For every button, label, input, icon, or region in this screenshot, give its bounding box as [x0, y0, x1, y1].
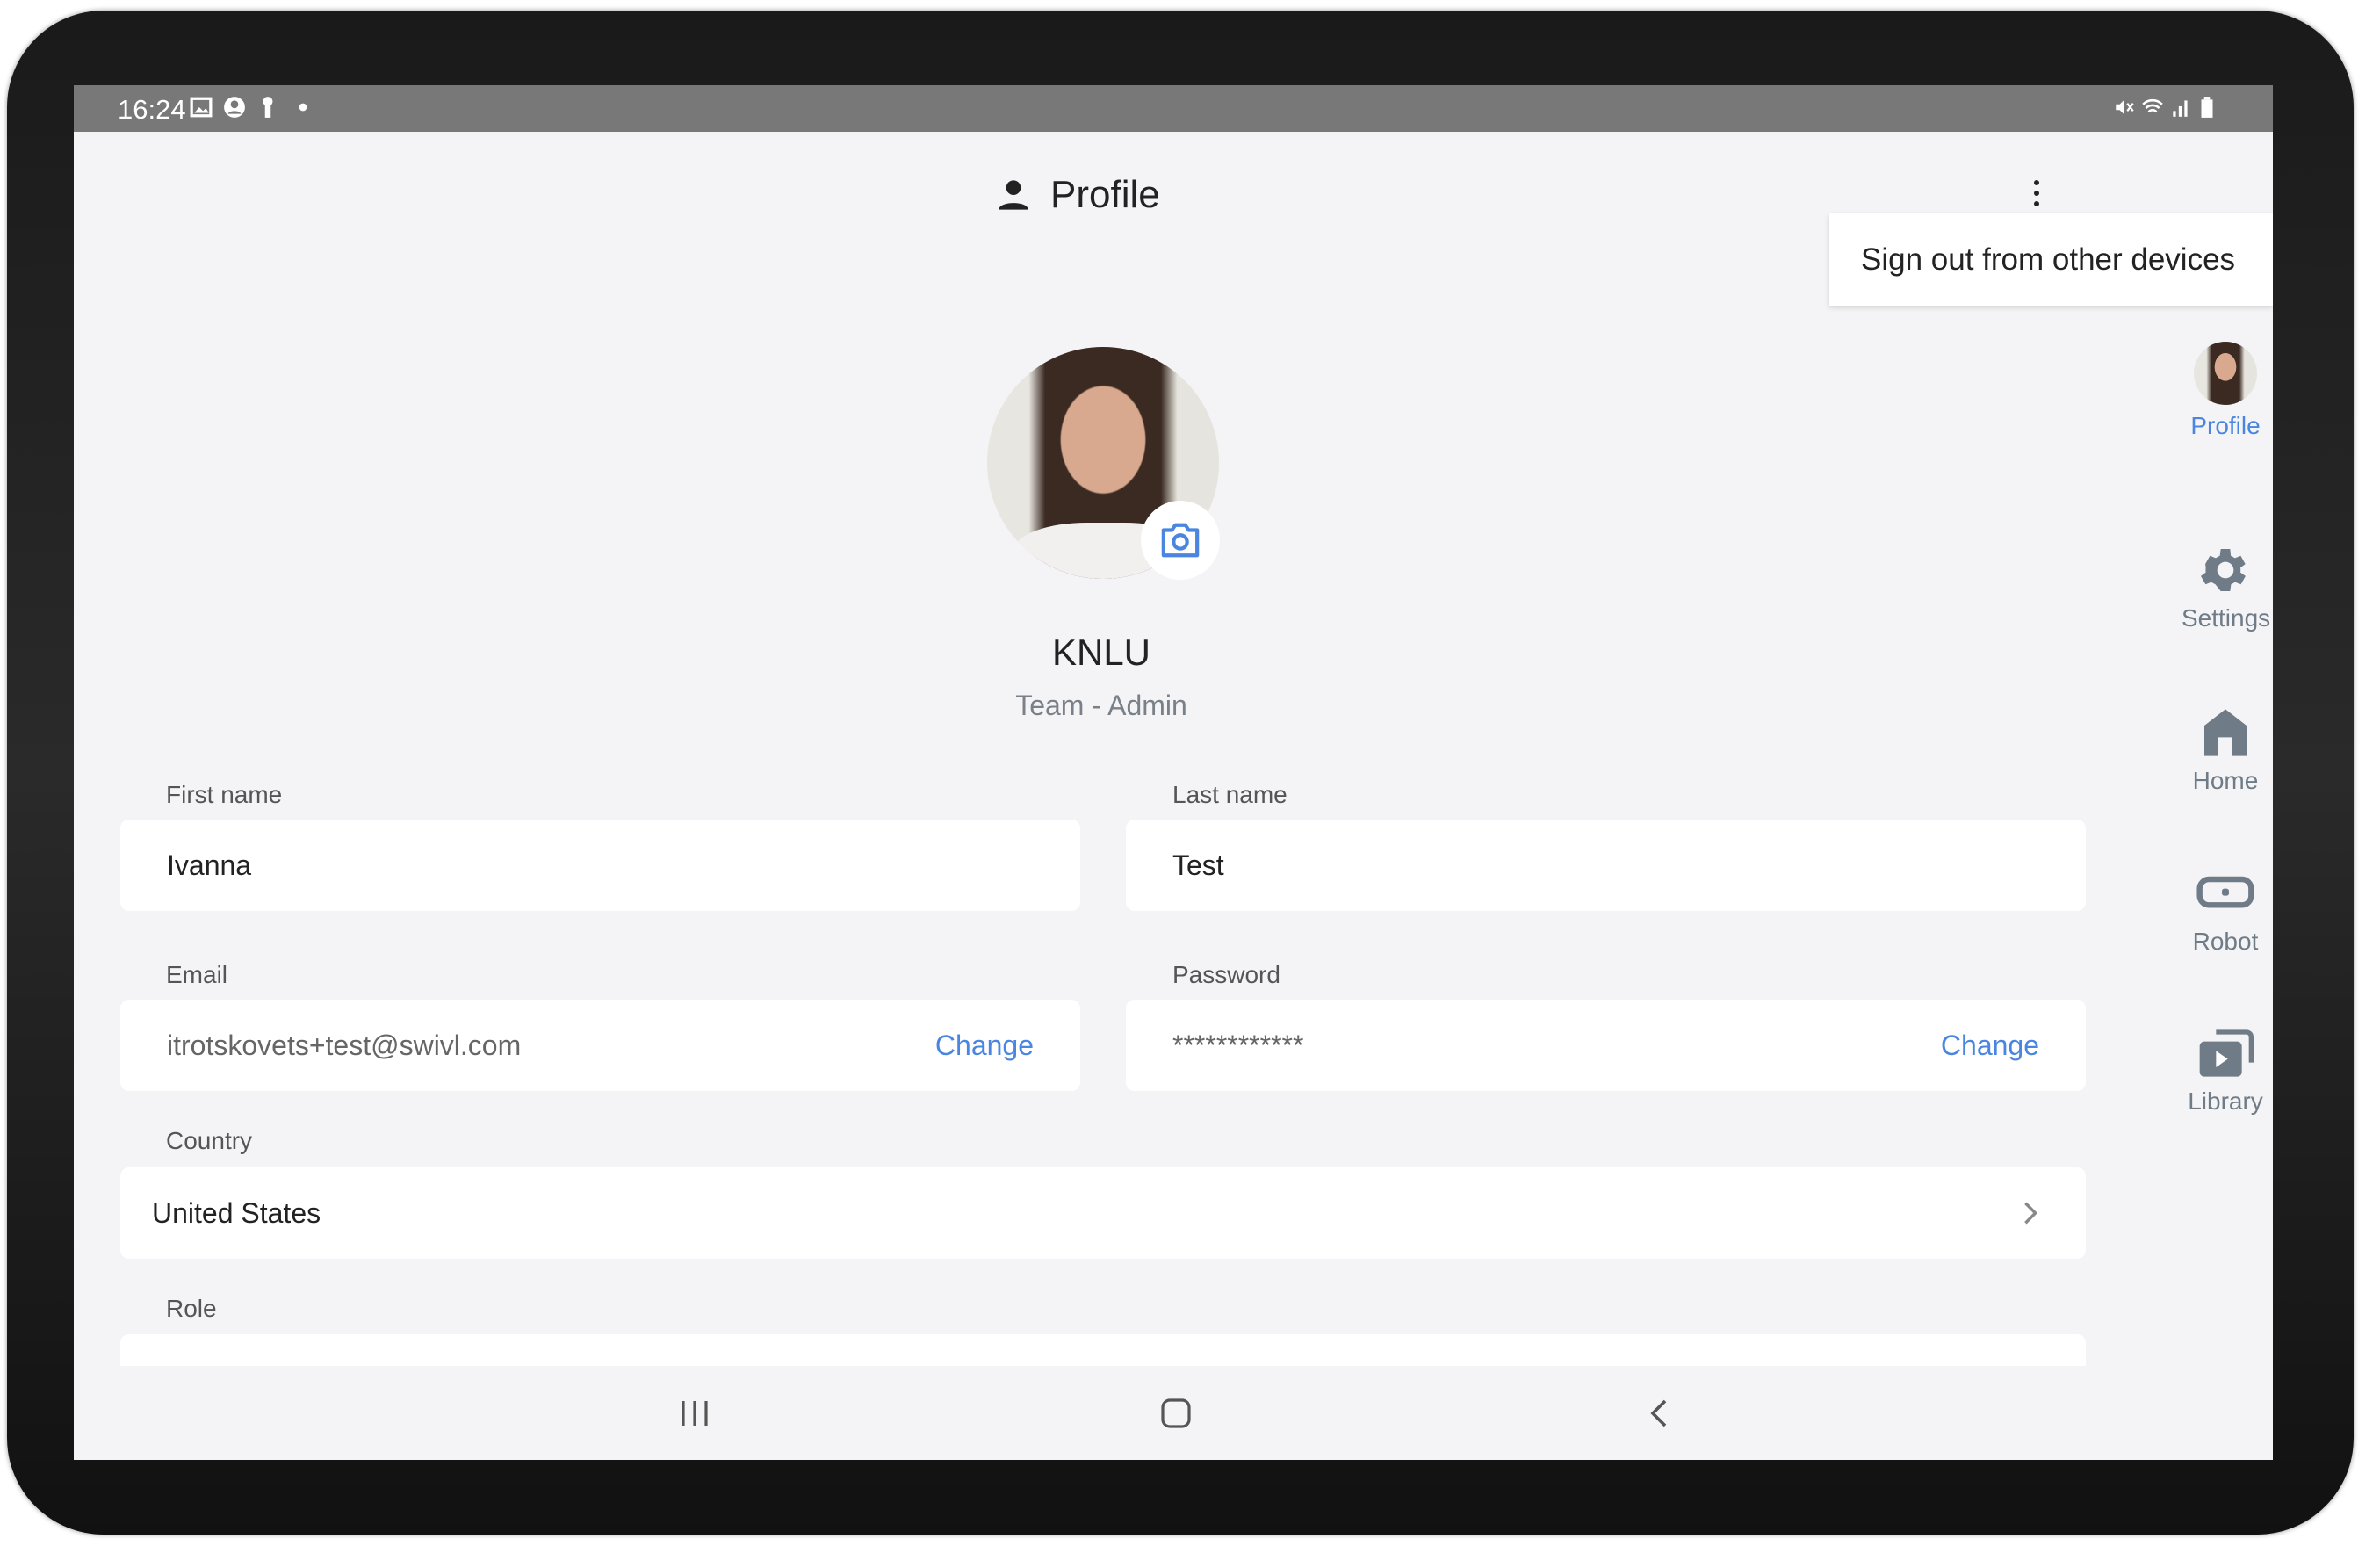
- home-nav-icon[interactable]: [1160, 1398, 1192, 1429]
- country-select[interactable]: United States: [120, 1167, 2086, 1259]
- password-label: Password: [1172, 961, 1280, 988]
- robot-icon: [2196, 876, 2254, 908]
- status-time: 16:24: [118, 94, 186, 125]
- signal-icon: [2173, 100, 2188, 117]
- password-value: ************: [1172, 1029, 1304, 1061]
- rail-item-home[interactable]: Home: [2182, 704, 2269, 795]
- change-password-button[interactable]: Change: [1941, 1029, 2039, 1062]
- role-label: Role: [166, 1295, 217, 1322]
- country-value: United States: [152, 1196, 321, 1229]
- overflow-menu: Sign out from other devices: [1829, 213, 2273, 306]
- email-value: itrotskovets+test@swivl.com: [167, 1029, 522, 1061]
- library-icon: [2199, 1029, 2254, 1077]
- change-email-button[interactable]: Change: [935, 1029, 1034, 1062]
- rail-label-settings: Settings: [2182, 604, 2271, 632]
- key-icon: [263, 97, 273, 118]
- person-icon: [999, 180, 1028, 210]
- profile-role: Team - Admin: [1015, 690, 1187, 721]
- first-name-field[interactable]: Ivanna: [120, 820, 1080, 911]
- dot-icon: [299, 103, 307, 112]
- rail-item-robot[interactable]: Robot: [2182, 865, 2269, 956]
- page-title-text: Profile: [1050, 173, 1160, 216]
- chevron-right-icon: [2024, 1202, 2038, 1225]
- last-name-value: Test: [1172, 849, 1224, 881]
- profile-name: KNLU: [1051, 632, 1151, 673]
- email-label: Email: [166, 961, 228, 988]
- gear-icon: [2201, 549, 2246, 591]
- rail-item-settings[interactable]: Settings: [2182, 542, 2271, 632]
- rail-label-library: Library: [2188, 1087, 2263, 1115]
- screen: 16:24 Profile Sign out from other device…: [74, 85, 2273, 1460]
- first-name-label: First name: [166, 781, 283, 808]
- last-name-label: Last name: [1172, 781, 1287, 808]
- menu-item-sign-out-other-devices[interactable]: Sign out from other devices: [1861, 242, 2273, 278]
- country-label: Country: [166, 1127, 253, 1154]
- battery-icon: [2201, 97, 2213, 118]
- recent-apps-icon[interactable]: [680, 1399, 710, 1427]
- page-title: Profile: [996, 173, 1160, 217]
- wifi-icon: [2142, 98, 2163, 113]
- rail-item-library[interactable]: Library: [2182, 1025, 2269, 1116]
- rail-label-home: Home: [2192, 767, 2259, 794]
- home-icon: [2204, 709, 2247, 756]
- rail-item-profile[interactable]: Profile: [2182, 342, 2269, 440]
- image-icon: [190, 97, 213, 118]
- first-name-value: Ivanna: [167, 849, 252, 881]
- mute-icon: [2116, 99, 2134, 115]
- status-bar: 16:24: [74, 85, 2273, 132]
- account-circle-icon: [224, 97, 245, 118]
- email-field: itrotskovets+test@swivl.com Change: [120, 1000, 1080, 1091]
- system-navigation-bar: [74, 1366, 2273, 1460]
- rail-avatar: [2194, 342, 2257, 405]
- password-field: ************ Change: [1126, 1000, 2086, 1091]
- camera-icon: [1161, 523, 1200, 558]
- rail-label-robot: Robot: [2192, 928, 2259, 955]
- last-name-field[interactable]: Test: [1126, 820, 2086, 911]
- more-options-icon[interactable]: [2032, 180, 2041, 208]
- rail-label-profile: Profile: [2190, 412, 2261, 439]
- change-photo-button[interactable]: [1141, 501, 1220, 580]
- back-icon[interactable]: [1648, 1398, 1669, 1429]
